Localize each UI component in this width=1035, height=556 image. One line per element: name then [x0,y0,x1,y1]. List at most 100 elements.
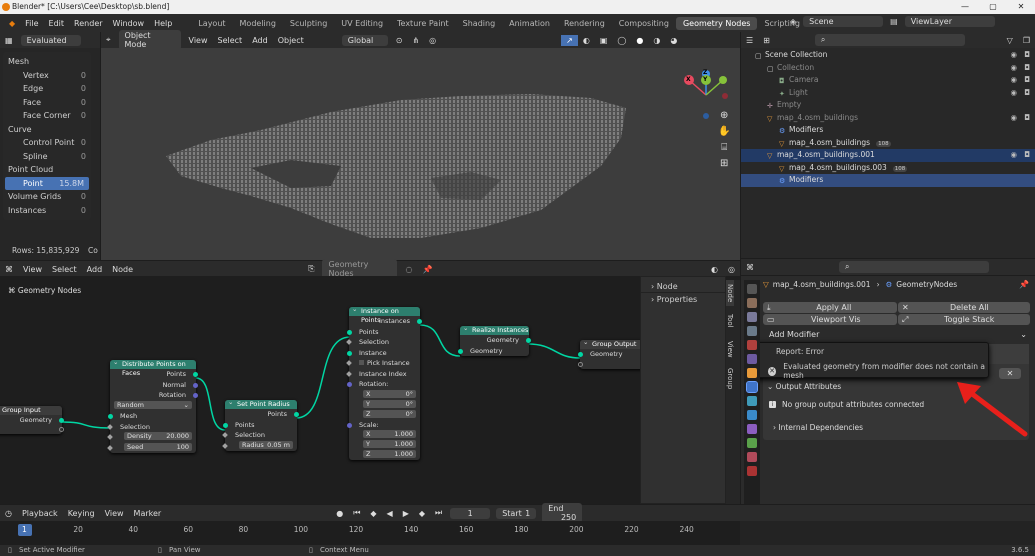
node-editor[interactable]: ⌘ Geometry Nodes Group Input Geometry Di… [0,276,740,504]
new-collection-icon[interactable]: ❐ [1018,35,1035,46]
output-tab-icon[interactable] [747,312,757,322]
tree-item-point-cloud[interactable]: Point Cloud [3,163,91,177]
viewport-editor-icon[interactable]: ⌖ [101,34,116,46]
particles-tab-icon[interactable] [747,396,757,406]
rotation-x-field[interactable]: X 0° [363,389,416,398]
data-tab-icon[interactable] [747,438,757,448]
properties-search-input[interactable]: ⌕ [839,261,989,273]
gizmo-toggle-icon[interactable]: ↗ [561,34,578,46]
object-mode-dropdown[interactable]: Object Mode [118,30,181,50]
distribute-mode-dropdown[interactable]: Random ⌄ [114,400,192,409]
outliner-search-input[interactable]: ⌕ [814,34,965,46]
jump-end-icon[interactable]: ⏭ [430,507,447,519]
panel-properties[interactable]: › Properties [641,293,725,306]
outliner-item[interactable]: ▢ Scene Collection ◉ ◘ [741,49,1035,62]
shading-wire-icon[interactable]: ◯ [612,35,631,46]
socket-mesh-in[interactable]: Mesh [108,411,196,422]
socket-instances-out[interactable]: Instances [349,316,422,327]
xray-icon[interactable]: ▣ [595,35,613,46]
rotation-z-field[interactable]: Z 0° [363,409,416,418]
node-instance-on-points[interactable]: Instance on Points Instances Points Sele… [346,305,422,460]
pick-instance-checkbox[interactable]: Pick Instance [346,358,420,369]
maximize-button[interactable]: ▢ [979,0,1007,14]
3d-viewport[interactable]: X Y Z ⊕ ✋ ⌸ ⊞ [101,48,740,260]
radius-field[interactable]: Radius 0.05 m [239,440,293,449]
menu-node-add[interactable]: Add [82,264,108,275]
internal-dependencies-panel[interactable]: › Internal Dependencies [773,423,863,432]
pin-icon[interactable]: 📌 [417,264,437,275]
tree-item-spline[interactable]: Spline 0 [3,150,91,164]
render-tab-icon[interactable] [747,298,757,308]
node-editor-type-icon[interactable]: ⌘ [0,264,18,275]
node-set-point-radius[interactable]: Set Point Radius Points Points Selection… [222,398,299,451]
socket-scale-in[interactable]: Scale: [347,420,420,431]
render-camera-icon[interactable]: ◘ [1024,87,1030,100]
tab-node[interactable]: Node [726,280,734,306]
menu-view[interactable]: View [184,35,213,46]
menu-edit[interactable]: Edit [44,19,70,28]
viewport-vis-button[interactable]: ▭ Viewport Vis [763,314,897,325]
menu-file[interactable]: File [20,19,43,28]
fake-user-icon[interactable]: ◌ [400,264,417,275]
shading-solid-icon[interactable]: ● [631,35,648,46]
current-frame-field[interactable]: 1 [450,507,491,519]
tree-item-face-corner[interactable]: Face Corner 0 [3,109,91,123]
overlays-icon[interactable]: ◐ [706,264,723,275]
tab-view[interactable]: View [726,336,734,362]
close-button[interactable]: ✕ [1007,0,1035,14]
tree-item-point[interactable]: Point 15.8M [5,176,89,190]
visibility-eye-icon[interactable]: ◉ [1010,49,1017,62]
editor-type-icon[interactable]: ▦ [0,35,18,46]
physics-tab-icon[interactable] [747,410,757,420]
tool-tab-icon[interactable] [747,284,757,294]
seed-field[interactable]: Seed 100 [124,442,192,451]
render-camera-icon[interactable]: ◘ [1024,74,1030,87]
socket-geometry-out[interactable]: Geometry [0,415,64,426]
orientation-dropdown[interactable]: Global [341,34,388,46]
socket-points-in[interactable]: Points [223,420,297,431]
zoom-icon[interactable]: ⊕ [718,108,730,124]
visibility-eye-icon[interactable]: ◉ [1010,62,1017,75]
render-camera-icon[interactable]: ◘ [1024,149,1030,162]
node-group-input[interactable]: Group Input Geometry [0,404,64,434]
tab-shading[interactable]: Shading [456,17,503,30]
modifier-tab-icon[interactable] [746,381,758,393]
scale-z-field[interactable]: Z 1.000 [363,450,416,458]
menu-add[interactable]: Add [247,35,273,46]
outliner-item[interactable]: ▢ Collection ◉ ◘ [741,62,1035,75]
next-key-icon[interactable]: ◆ [414,508,430,519]
shading-material-icon[interactable]: ◑ [648,35,665,46]
record-icon[interactable]: ● [331,508,348,519]
density-field[interactable]: Density 20.000 [124,432,192,440]
menu-render[interactable]: Render [69,19,107,28]
rotation-y-field[interactable]: Y 0° [363,399,416,408]
delete-all-button[interactable]: ✕ Delete All [898,302,1030,313]
node-distribute-points[interactable]: Distribute Points on Faces Points Normal… [107,358,198,453]
visibility-eye-icon[interactable]: ◉ [1010,87,1017,100]
scale-y-field[interactable]: Y 1.000 [363,440,416,448]
proportional-edit-icon[interactable]: ◎ [424,35,441,46]
tree-item-mesh[interactable]: Mesh [3,55,91,69]
socket-rotation-out[interactable]: Rotation [110,390,198,401]
socket-points-out[interactable]: Points [110,369,198,380]
object-tab-icon[interactable] [747,368,757,378]
snap-node-icon[interactable]: ◎ [723,264,740,275]
tree-item-control-point[interactable]: Control Point 0 [3,136,91,150]
tab-rendering[interactable]: Rendering [557,17,612,30]
tab-uv-editing[interactable]: UV Editing [334,17,390,30]
outliner-item[interactable]: ✛ Empty [741,99,1035,112]
outliner-item[interactable]: ⚙ Modifiers [741,174,1035,187]
menu-marker[interactable]: Marker [129,508,167,519]
pivot-icon[interactable]: ⊙ [391,35,408,46]
visibility-eye-icon[interactable]: ◉ [1010,112,1017,125]
menu-node-select[interactable]: Select [47,264,82,275]
add-modifier-dropdown[interactable]: Add Modifier ⌄ [763,328,1031,342]
tree-item-volume-grids[interactable]: Volume Grids 0 [3,190,91,204]
prev-key-icon[interactable]: ◆ [365,508,381,519]
tree-item-instances[interactable]: Instances 0 [3,204,91,218]
snap-icon[interactable]: ⋔ [407,35,424,46]
socket-geometry-in[interactable]: Geometry [458,346,529,357]
node-realize-instances[interactable]: Realize Instances Geometry Geometry [458,324,531,357]
menu-timeline-view[interactable]: View [100,508,129,519]
jump-start-icon[interactable]: ⏮ [348,507,365,519]
